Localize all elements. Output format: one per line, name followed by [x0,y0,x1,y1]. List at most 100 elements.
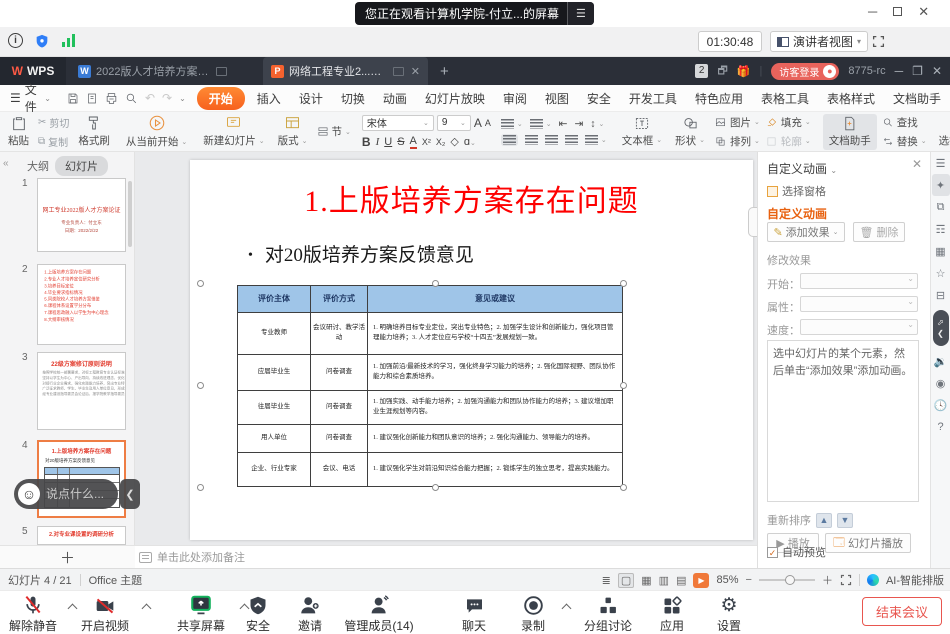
ai-smart-layout[interactable]: AI-智能排版 [886,572,944,588]
strip-favorite-icon[interactable]: ☆ [932,262,950,284]
fullscreen-button[interactable] [872,35,885,48]
strip-menu-icon[interactable]: ☰ [932,152,950,174]
manage-members-button[interactable]: 管理成员(14) [336,594,422,634]
strip-layout-icon[interactable]: ⊟ [932,284,950,306]
start-video-button[interactable]: 开启视频 [74,594,136,634]
thumbnail-slide-3[interactable]: 22级方案修订原则说明 按照学校统一部署要求，对标工程教育专业认证标准进行修订完… [37,352,126,430]
zoom-slider[interactable] [759,579,815,581]
selection-handle[interactable] [620,484,627,491]
bold-button[interactable]: B [362,135,371,149]
slide-title[interactable]: 1.上版培养方案存在问题 [190,176,753,220]
record-button[interactable]: 录制 [511,594,555,634]
selection-pane-link[interactable]: 选择窗格 [767,183,826,199]
new-tab-button[interactable]: + [440,63,449,80]
close-icon[interactable]: ✕ [918,4,929,20]
selection-handle[interactable] [197,280,204,287]
current-slide[interactable]: 1.上版培养方案存在问题 对20版培养方案反馈意见 评价主体 评价方式 意见或建… [190,160,753,540]
strip-copy-icon[interactable]: ⧉ [932,196,950,218]
doc-assistant-button[interactable]: 文档助手 [823,114,877,150]
strip-image-icon[interactable]: ▦ [932,240,950,262]
menu-review[interactable]: 审阅 [494,87,536,110]
notes-bar[interactable]: 单击此处添加备注 [135,545,757,568]
meeting-info-icon[interactable]: i [8,33,23,48]
section-button[interactable]: 节⌄ [317,124,351,139]
video-options-caret[interactable] [142,603,150,611]
zoom-out-icon[interactable]: − [746,574,752,586]
unmute-button[interactable]: 解除静音 [2,594,64,634]
network-signal-icon[interactable] [62,33,75,47]
property-select[interactable] [800,296,918,312]
selection-pane-button[interactable]: 选择窗格 [935,112,950,151]
sorter-view-icon[interactable]: ▦ [641,574,651,587]
menu-slideshow[interactable]: 幻灯片放映 [416,87,494,110]
increase-font-icon[interactable]: A [474,115,482,131]
panel-collapse-grip[interactable] [748,207,757,237]
minimize-icon[interactable]: ─ [895,64,904,78]
notes-toggle-icon[interactable]: ≣ [602,574,611,587]
text-effects-icon[interactable]: ɑ⌄ [464,136,476,148]
output-icon[interactable] [86,92,98,105]
menu-table-tools[interactable]: 表格工具 [752,87,818,110]
superscript-button[interactable]: X² [422,137,431,147]
menu-view[interactable]: 视图 [536,87,578,110]
align-right-icon[interactable] [545,135,558,145]
menu-insert[interactable]: 插入 [248,87,290,110]
close-icon[interactable]: ✕ [932,64,942,78]
doc-tab-presentation-active[interactable]: P 网络工程专业2...人才培养方案终 ✕ [263,57,428,85]
underline-button[interactable]: U [384,136,392,148]
menu-special-apps[interactable]: 特色应用 [686,87,752,110]
chat-input[interactable] [46,487,108,501]
history-icon[interactable]: 🗗 [717,62,727,81]
move-up-icon[interactable]: ▲ [816,513,832,528]
italic-button[interactable]: I [376,136,380,148]
selection-handle[interactable] [432,484,439,491]
textbox-button[interactable]: 文本框⌄ [618,116,666,148]
menu-design[interactable]: 设计 [290,87,332,110]
gift-icon[interactable]: 🎁 [737,65,751,78]
undo-icon[interactable]: ↶ [145,91,155,105]
subscript-button[interactable]: X₂ [436,137,446,147]
selection-handle[interactable] [620,382,627,389]
menu-table-style[interactable]: 表格样式 [818,87,884,110]
redo-icon[interactable]: ↷ [162,91,172,105]
copy-button[interactable]: ⧉ 复制 [38,134,69,149]
start-select[interactable] [800,273,918,289]
clear-format-icon[interactable]: ◇ [450,135,458,148]
bullet-list-icon[interactable]: ⌄ [501,119,523,129]
picture-button[interactable]: 图片⌄ [714,115,760,130]
theme-name[interactable]: Office 主题 [89,572,143,588]
layout-button[interactable]: 版式⌄ [274,115,312,148]
slideshow-play-button[interactable]: 🗔幻灯片播放 [825,533,911,553]
maximize-icon[interactable] [893,7,902,16]
chat-quick-bar[interactable]: ☺ [14,479,118,509]
strip-record-icon[interactable]: ◉ [932,372,950,394]
animation-list-area[interactable]: 选中幻灯片的某个元素，然后单击“添加效果”添加动画。 [767,340,919,502]
normal-view-icon[interactable]: ▢ [618,573,634,588]
menu-devtools[interactable]: 开发工具 [620,87,686,110]
cut-button[interactable]: ✂ 剪切 [38,115,69,130]
fit-screen-icon[interactable] [840,574,852,586]
slideshow-play-icon[interactable]: ▶ [693,573,709,588]
strip-settings-icon[interactable]: ☶ [932,218,950,240]
zoom-level[interactable]: 85% [716,574,738,586]
add-slide-button[interactable]: ＋ [60,547,75,568]
decrease-indent-icon[interactable]: ⇤ [559,118,568,130]
file-menu[interactable]: ☰ 文件 ⌄ [0,81,59,115]
breakout-rooms-button[interactable]: 分组讨论 [578,594,638,634]
zoom-slider-thumb[interactable] [785,575,795,585]
font-size-select[interactable]: 9⌄ [437,115,471,131]
close-panel-icon[interactable]: ✕ [912,157,922,171]
save-icon[interactable] [67,92,79,105]
strip-help-icon[interactable]: ? [932,416,950,438]
invite-button[interactable]: 邀请 [288,594,332,634]
tab-outline[interactable]: 大纲 [27,158,49,174]
thumbnail-slide-2[interactable]: 1.上版培养方案存在问题2.专业人才培养定位研究分析 3.培养目标定位4.毕业要… [37,264,126,345]
strip-share-dock[interactable]: ⬀ ❮ [933,310,949,346]
emoji-icon[interactable]: ☺ [18,483,40,505]
presenter-view-button[interactable]: 演讲者视图 ▾ [770,31,868,52]
font-name-select[interactable]: 宋体⌄ [362,115,434,131]
selection-handle[interactable] [620,280,627,287]
align-left-icon[interactable] [501,134,518,146]
new-slide-button[interactable]: 新建幻灯片⌄ [199,115,268,148]
speed-select[interactable] [800,319,918,335]
